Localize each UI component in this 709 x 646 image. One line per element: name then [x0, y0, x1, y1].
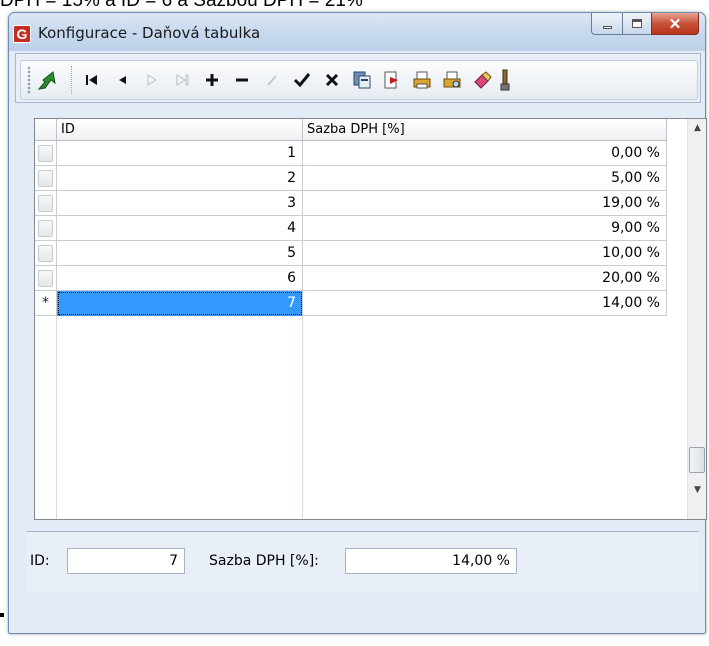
- cell-rate[interactable]: 10,00 %: [303, 241, 667, 266]
- app-icon[interactable]: G: [13, 25, 31, 43]
- background-dot: [0, 613, 4, 617]
- toolbar-separator: [71, 66, 73, 94]
- rate-label: Sazba DPH [%]:: [209, 553, 319, 569]
- row-indicator[interactable]: [35, 191, 57, 216]
- record-detail-panel: ID: 7 Sazba DPH [%]: 14,00 %: [27, 531, 699, 593]
- title-bar[interactable]: G Konfigurace - Daňová tabulka ✕: [9, 13, 705, 51]
- save-exit-button[interactable]: [35, 65, 61, 95]
- cell-id[interactable]: 4: [57, 216, 303, 241]
- grid-vertical-scrollbar[interactable]: ▲ ▼: [687, 119, 706, 519]
- table-row[interactable]: 2 5,00 %: [35, 166, 667, 191]
- cell-id[interactable]: 5: [57, 241, 303, 266]
- maximize-icon: [632, 19, 642, 28]
- table-row[interactable]: 6 20,00 %: [35, 266, 667, 291]
- rate-field[interactable]: 14,00 %: [345, 548, 517, 574]
- cell-id[interactable]: 7: [57, 291, 303, 316]
- table-row[interactable]: * 7 14,00 %: [35, 291, 667, 316]
- export-button[interactable]: [379, 65, 405, 95]
- window-controls: ✕: [591, 13, 699, 35]
- window-title: Konfigurace - Daňová tabulka: [38, 24, 261, 42]
- cell-rate[interactable]: 14,00 %: [303, 291, 667, 316]
- row-indicator[interactable]: [35, 266, 57, 291]
- row-selector-box[interactable]: [38, 270, 53, 287]
- column-header-rate[interactable]: Sazba DPH [%]: [303, 119, 667, 141]
- grid-header: ID Sazba DPH [%]: [35, 119, 667, 141]
- cell-rate[interactable]: 19,00 %: [303, 191, 667, 216]
- export-icon: [384, 71, 398, 89]
- scroll-down-icon[interactable]: ▼: [688, 481, 707, 499]
- minimize-icon: [602, 26, 612, 29]
- scroll-up-icon[interactable]: ▲: [688, 119, 707, 137]
- edit-record-button[interactable]: [259, 65, 285, 95]
- cell-rate[interactable]: 9,00 %: [303, 216, 667, 241]
- grid-rows: 1 0,00 % 2 5,00 % 3 19,00 % 4 9,00 % 5 10,00 % 6 20…: [35, 141, 667, 316]
- clear-filter-button[interactable]: [469, 65, 495, 95]
- copy-icon: [353, 71, 371, 89]
- first-record-button[interactable]: [79, 65, 105, 95]
- tax-table-window: G Konfigurace - Daňová tabulka ✕ ID Sazb…: [8, 12, 707, 634]
- eraser-icon: [474, 71, 492, 89]
- row-indicator[interactable]: [35, 141, 57, 166]
- cell-rate[interactable]: 0,00 %: [303, 141, 667, 166]
- print-icon: [413, 71, 431, 89]
- cell-id[interactable]: 3: [57, 191, 303, 216]
- post-record-button[interactable]: [289, 65, 315, 95]
- print-button[interactable]: [409, 65, 435, 95]
- toolbar-area: [15, 53, 701, 103]
- table-row[interactable]: 3 19,00 %: [35, 191, 667, 216]
- tools-button[interactable]: [499, 65, 511, 95]
- column-header-id[interactable]: ID: [57, 119, 303, 141]
- row-selector-box[interactable]: [38, 195, 53, 212]
- tools-icon: [500, 69, 510, 91]
- minimize-button[interactable]: [591, 13, 622, 35]
- copy-record-button[interactable]: [349, 65, 375, 95]
- cell-rate[interactable]: 5,00 %: [303, 166, 667, 191]
- id-label: ID:: [30, 553, 50, 569]
- row-indicator[interactable]: [35, 166, 57, 191]
- scroll-thumb[interactable]: [689, 447, 705, 473]
- delete-record-icon: [236, 78, 248, 82]
- maximize-button[interactable]: [622, 13, 651, 35]
- status-bar: [17, 611, 695, 633]
- row-indicator[interactable]: [35, 216, 57, 241]
- edit-record-icon: [267, 75, 277, 86]
- first-record-icon: [86, 75, 97, 85]
- row-indicator[interactable]: *: [35, 291, 57, 316]
- prior-record-icon: [119, 76, 126, 84]
- cell-id[interactable]: 1: [57, 141, 303, 166]
- cell-id[interactable]: 6: [57, 266, 303, 291]
- last-record-button[interactable]: [169, 65, 195, 95]
- cell-rate[interactable]: 20,00 %: [303, 266, 667, 291]
- toolbar-grip[interactable]: [27, 66, 31, 94]
- header-indicator-cell: [35, 119, 57, 141]
- table-row[interactable]: 4 9,00 %: [35, 216, 667, 241]
- table-row[interactable]: 5 10,00 %: [35, 241, 667, 266]
- checkmark-icon: [293, 73, 311, 88]
- row-selector-box[interactable]: [38, 245, 53, 262]
- background-caption-text: DPH = 15% a ID = 6 a Sazbou DPH = 21%: [0, 0, 363, 11]
- save-exit-icon: [37, 71, 56, 90]
- insert-record-icon: [206, 74, 218, 86]
- row-selector-box[interactable]: [38, 170, 53, 187]
- last-record-icon: [176, 74, 189, 86]
- navigator-toolbar: [20, 60, 698, 100]
- table-row[interactable]: 1 0,00 %: [35, 141, 667, 166]
- prior-record-button[interactable]: [109, 65, 135, 95]
- row-selector-box[interactable]: [38, 145, 53, 162]
- cross-icon: [325, 73, 339, 87]
- cell-id[interactable]: 2: [57, 166, 303, 191]
- delete-record-button[interactable]: [229, 65, 255, 95]
- cancel-record-button[interactable]: [319, 65, 345, 95]
- print-preview-button[interactable]: [439, 65, 465, 95]
- close-icon: ✕: [668, 15, 682, 33]
- tax-rate-grid[interactable]: ID Sazba DPH [%] 1 0,00 % 2 5,00 % 3 19,00 % 4…: [34, 118, 707, 520]
- row-selector-box[interactable]: [38, 220, 53, 237]
- close-button[interactable]: ✕: [651, 13, 699, 35]
- insert-record-button[interactable]: [199, 65, 225, 95]
- next-record-button[interactable]: [139, 65, 165, 95]
- id-field[interactable]: 7: [67, 548, 185, 574]
- next-record-icon: [147, 74, 157, 86]
- print-preview-icon: [443, 71, 461, 88]
- row-indicator[interactable]: [35, 241, 57, 266]
